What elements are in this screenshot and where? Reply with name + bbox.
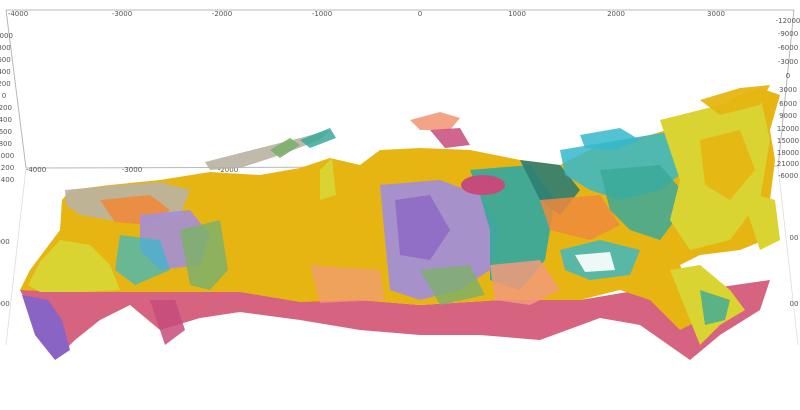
right-tick: -9000 (778, 30, 798, 38)
kazakh-edge (310, 265, 385, 303)
left-tick: -600 (0, 128, 12, 136)
severnaya-island (410, 112, 460, 130)
top-tick: -2000 (212, 10, 232, 18)
top-tick: 3000 (707, 10, 725, 18)
right-tick: 15000 (777, 137, 799, 145)
left-tick: -1200 (0, 164, 14, 172)
top-tick: -1000 (312, 10, 332, 18)
putorana-dome (461, 175, 505, 195)
right-tick: -6000 (778, 172, 798, 180)
left-tick: 400 (0, 68, 11, 76)
left-tick: -200 (0, 104, 12, 112)
terrain-surface[interactable] (20, 85, 780, 360)
left-lower-tick: 000 (0, 238, 10, 246)
left-tick: 200 (0, 80, 11, 88)
map-viewport[interactable]: -4000 -3000 -2000 -1000 0 1000 2000 3000… (0, 0, 800, 410)
top-tick: 1000 (508, 10, 526, 18)
left-axis: 1000 800 600 400 200 0 -200 -400 -600 -8… (0, 32, 14, 308)
left-tick: 0 (2, 92, 6, 100)
top-axis: -4000 -3000 -2000 -1000 0 1000 2000 3000 (8, 10, 725, 18)
left-tick: 1000 (0, 32, 13, 40)
right-tick: -12000 (776, 17, 800, 25)
top-tick: 2000 (607, 10, 625, 18)
left-lower-tick: 000 (0, 300, 10, 308)
left-tick: 800 (0, 44, 11, 52)
right-tick: 6000 (779, 100, 797, 108)
top-tick: 0 (418, 10, 422, 18)
mid-tick: -3000 (122, 166, 142, 174)
left-tick: -800 (0, 140, 12, 148)
left-tick: 600 (0, 56, 11, 64)
right-tick: 9000 (779, 112, 797, 120)
severnaya-pink (430, 128, 470, 148)
left-tick: -1000 (0, 152, 14, 160)
right-tick: 3000 (779, 86, 797, 94)
right-tick: 0 (786, 72, 790, 80)
right-tick: 21000 (777, 160, 799, 168)
left-tick: -400 (0, 116, 12, 124)
right-tick: 18000 (777, 149, 799, 157)
right-lower-tick: 00 (790, 234, 799, 242)
left-tick: -1400 (0, 176, 14, 184)
right-tick: -3000 (778, 58, 798, 66)
top-tick: -4000 (8, 10, 28, 18)
right-tick: -6000 (778, 44, 798, 52)
top-tick: -3000 (112, 10, 132, 18)
right-lower-tick: 00 (790, 300, 799, 308)
mid-tick: -4000 (26, 166, 46, 174)
geology-3d-map[interactable]: -4000 -3000 -2000 -1000 0 1000 2000 3000… (0, 0, 800, 410)
right-tick: 12000 (777, 125, 799, 133)
